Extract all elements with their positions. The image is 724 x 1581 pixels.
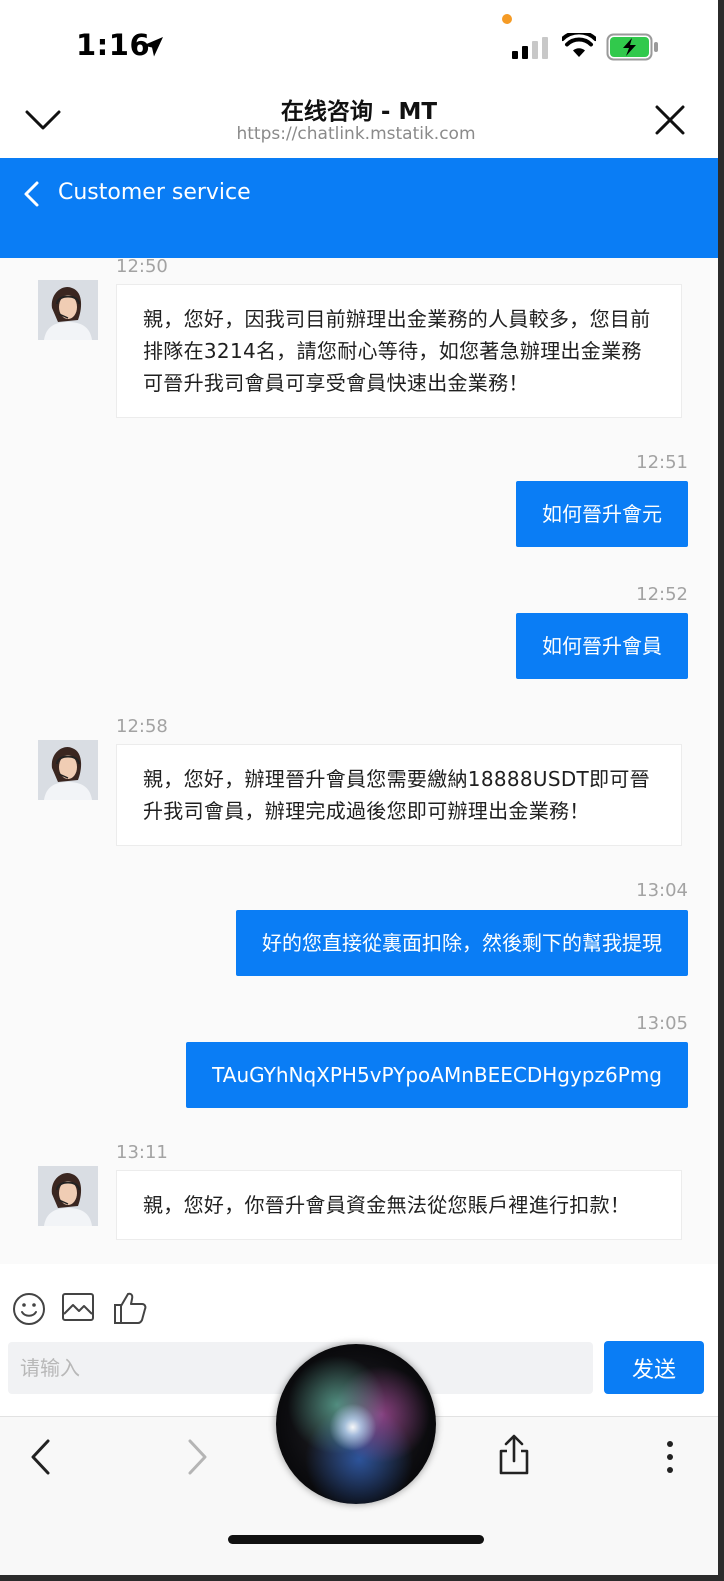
message-timestamp: 12:58	[116, 716, 168, 737]
status-time: 1:16	[76, 28, 151, 62]
agent-avatar-icon	[38, 280, 98, 340]
outgoing-message-bubble: TAuGYhNqXPH5vPYpoAMnBEECDHgypz6Pmg	[186, 1042, 688, 1108]
cellular-signal-icon	[512, 37, 548, 59]
home-indicator[interactable]	[228, 1535, 484, 1544]
more-vertical-icon[interactable]	[660, 1439, 680, 1479]
location-arrow-icon	[143, 37, 163, 57]
close-icon[interactable]	[654, 104, 686, 136]
share-icon[interactable]	[494, 1433, 534, 1477]
emoji-icon[interactable]	[12, 1292, 46, 1326]
outgoing-message-bubble: 好的您直接從裏面扣除，然後剩下的幫我提現	[236, 910, 688, 976]
outgoing-message-bubble: 如何晉升會員	[516, 613, 688, 679]
outgoing-message-bubble: 如何晉升會元	[516, 481, 688, 547]
chat-thread[interactable]: 12:50 親，您好，因我司目前辦理出金業務的人員較多，您目前排隊在3214名，…	[0, 258, 718, 1264]
send-button[interactable]: 发送	[604, 1341, 704, 1394]
agent-avatar	[38, 280, 98, 340]
incoming-message-bubble: 親，您好，因我司目前辦理出金業務的人員較多，您目前排隊在3214名，請您耐心等待…	[116, 284, 682, 418]
incoming-message-bubble: 親，您好，你晉升會員資金無法從您賬戶裡進行扣款！	[116, 1170, 682, 1240]
agent-avatar	[38, 1166, 98, 1226]
incoming-message-bubble: 親，您好，辦理晉升會員您需要繳納18888USDT即可晉升我司會員，辦理完成過後…	[116, 744, 682, 846]
status-bar: 1:16	[0, 0, 718, 84]
privacy-indicator-dot	[502, 14, 512, 24]
agent-avatar-icon	[38, 740, 98, 800]
thumbs-up-icon[interactable]	[112, 1290, 148, 1326]
nav-back-icon[interactable]	[28, 1437, 54, 1477]
app-header: Customer service	[0, 158, 718, 258]
page-title: 在线咨询 - MT	[280, 99, 438, 125]
wifi-icon	[562, 33, 596, 57]
message-timestamp: 12:51	[636, 452, 688, 473]
nav-forward-icon[interactable]	[184, 1437, 210, 1477]
agent-avatar-icon	[38, 1166, 98, 1226]
message-timestamp: 13:11	[116, 1142, 168, 1163]
screen-edge	[718, 0, 724, 1581]
phone-screen: 1:16 在线咨询 - MT https://chatlink.mstatik.…	[0, 0, 718, 1581]
app-header-title: Customer service	[58, 180, 251, 205]
screen-edge	[0, 1575, 724, 1581]
message-timestamp: 13:04	[636, 880, 688, 901]
browser-header: 在线咨询 - MT https://chatlink.mstatik.com	[0, 84, 718, 158]
agent-avatar	[38, 740, 98, 800]
page-url: https://chatlink.mstatik.com	[236, 124, 476, 144]
message-timestamp: 13:05	[636, 1013, 688, 1034]
message-timestamp: 12:52	[636, 584, 688, 605]
image-icon[interactable]	[61, 1292, 95, 1322]
battery-charging-icon	[606, 33, 658, 61]
siri-orb	[276, 1344, 436, 1504]
back-chevron-icon[interactable]	[22, 180, 42, 208]
message-timestamp: 12:50	[116, 258, 168, 277]
